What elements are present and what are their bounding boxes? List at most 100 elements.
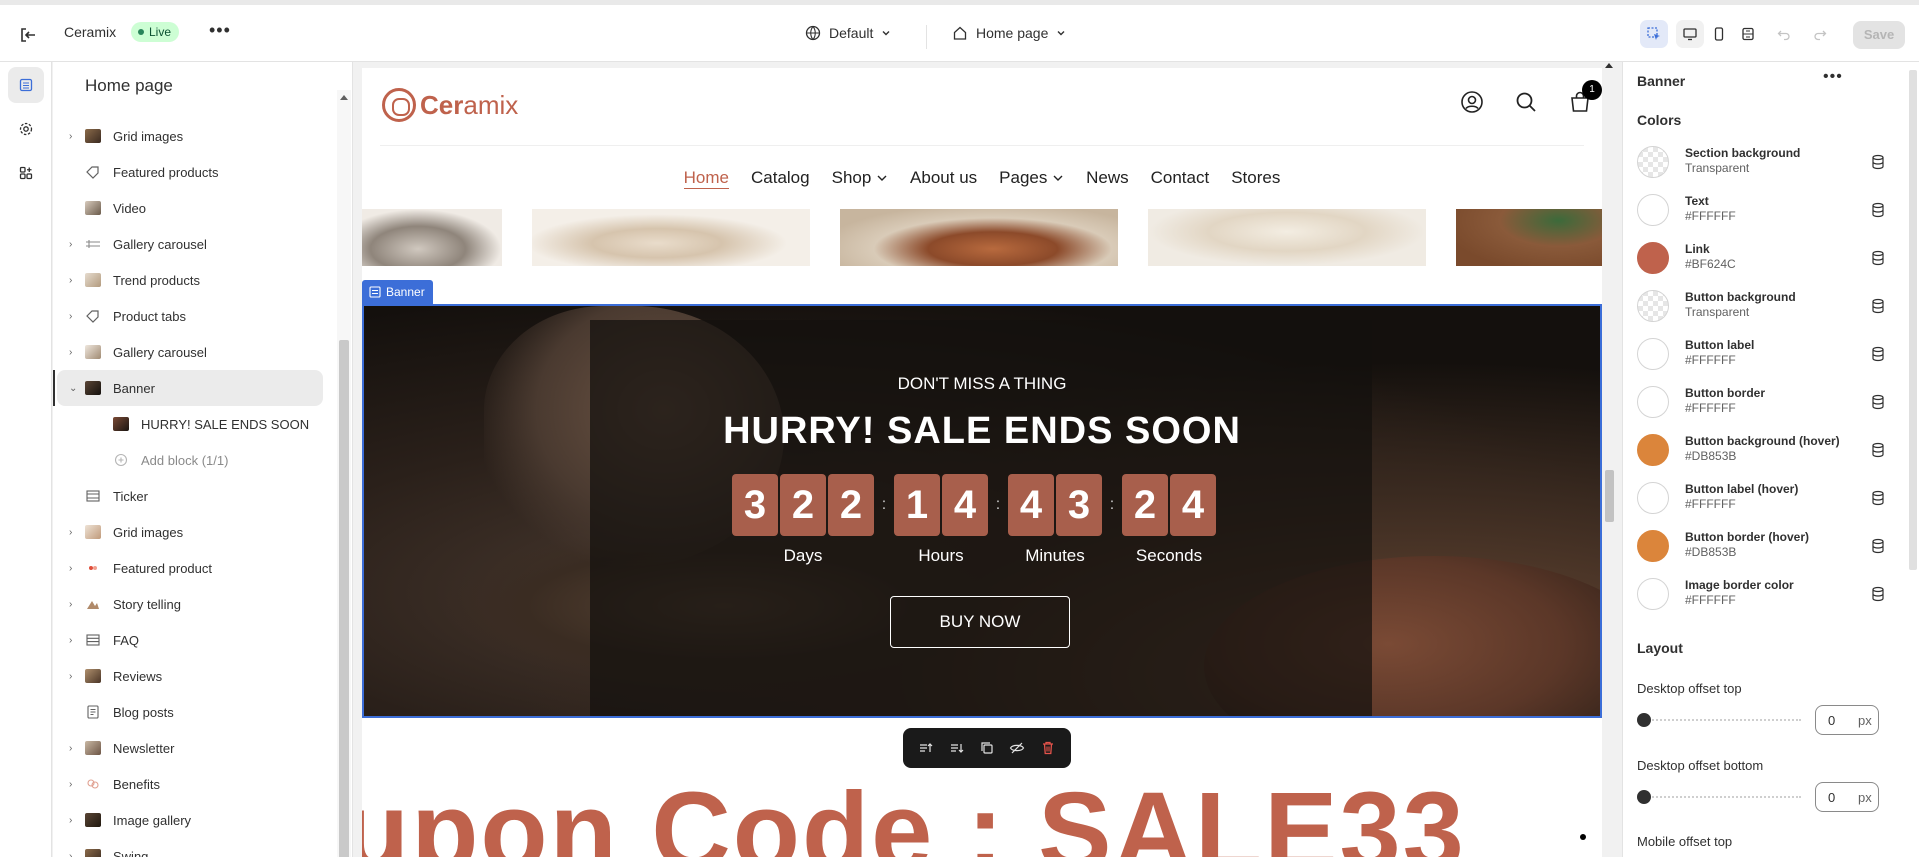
nav-pages[interactable]: Pages <box>999 168 1064 189</box>
color-swatch[interactable] <box>1637 242 1669 274</box>
chevron-right-icon[interactable]: › <box>69 671 77 682</box>
sidebar-item-grid-images-2[interactable]: › Grid images <box>53 514 336 550</box>
scroll-up-icon[interactable] <box>1605 62 1613 68</box>
sidebar-item-gallery-carousel-2[interactable]: › Gallery carousel <box>53 334 336 370</box>
scrollbar-thumb[interactable] <box>1605 470 1614 522</box>
section-label-badge[interactable]: Banner <box>362 280 433 304</box>
sidebar-item-ticker[interactable]: Ticker <box>53 478 336 514</box>
chevron-right-icon[interactable]: › <box>69 563 77 574</box>
account-icon[interactable] <box>1460 90 1484 114</box>
color-setting-link[interactable]: Link #BF624C <box>1637 238 1884 278</box>
grid-image[interactable] <box>1456 209 1602 266</box>
color-setting-button-border-hover[interactable]: Button border (hover) #DB853B <box>1637 526 1884 566</box>
color-setting-text[interactable]: Text #FFFFFF <box>1637 190 1884 230</box>
color-setting-section-background[interactable]: Section background Transparent <box>1637 142 1884 182</box>
grid-image[interactable] <box>532 209 810 266</box>
sidebar-item-banner-block[interactable]: HURRY! SALE ENDS SOON <box>53 406 336 442</box>
color-setting-button-background[interactable]: Button background Transparent <box>1637 286 1884 326</box>
color-swatch[interactable] <box>1637 338 1669 370</box>
chevron-right-icon[interactable]: › <box>69 527 77 538</box>
move-down-icon[interactable] <box>948 739 966 757</box>
nav-shop[interactable]: Shop <box>832 168 888 189</box>
cart-button[interactable]: 1 <box>1568 80 1602 114</box>
color-swatch[interactable] <box>1637 194 1669 226</box>
dynamic-source-icon[interactable] <box>1871 442 1885 458</box>
nav-contact[interactable]: Contact <box>1151 168 1210 189</box>
sidebar-item-faq[interactable]: › FAQ <box>53 622 336 658</box>
banner-section[interactable]: DON'T MISS A THING HURRY! SALE ENDS SOON… <box>362 304 1602 718</box>
grid-image[interactable] <box>362 209 502 266</box>
chevron-right-icon[interactable]: › <box>69 851 77 857</box>
sidebar-item-product-tabs[interactable]: › Product tabs <box>53 298 336 334</box>
slider-handle[interactable] <box>1637 713 1651 727</box>
grid-image[interactable] <box>840 209 1118 266</box>
dynamic-source-icon[interactable] <box>1871 346 1885 362</box>
sidebar-item-featured-product[interactable]: › Featured product <box>53 550 336 586</box>
color-swatch[interactable] <box>1637 530 1669 562</box>
redo-icon[interactable] <box>1806 20 1834 48</box>
color-swatch[interactable] <box>1637 146 1669 178</box>
chevron-right-icon[interactable]: › <box>69 815 77 826</box>
inspector-icon[interactable] <box>1640 20 1668 48</box>
store-logo[interactable]: Ceramix <box>382 88 518 122</box>
color-swatch[interactable] <box>1637 290 1669 322</box>
nav-stores[interactable]: Stores <box>1231 168 1280 189</box>
chevron-right-icon[interactable]: › <box>69 743 77 754</box>
sidebar-item-image-gallery[interactable]: › Image gallery <box>53 802 336 838</box>
dynamic-source-icon[interactable] <box>1871 538 1885 554</box>
color-swatch[interactable] <box>1637 434 1669 466</box>
more-actions-icon[interactable]: ••• <box>209 20 231 41</box>
desktop-offset-bottom-input[interactable]: 0 px <box>1815 782 1879 812</box>
theme-selector[interactable]: Default <box>805 25 891 41</box>
color-setting-button-border[interactable]: Button border #FFFFFF <box>1637 382 1884 422</box>
nav-catalog[interactable]: Catalog <box>751 168 810 189</box>
chevron-right-icon[interactable]: › <box>69 275 77 286</box>
sidebar-item-banner[interactable]: ⌄ Banner <box>53 370 323 406</box>
desktop-offset-top-slider[interactable] <box>1637 713 1801 727</box>
dynamic-source-icon[interactable] <box>1871 250 1885 266</box>
sidebar-item-trend-products[interactable]: › Trend products <box>53 262 336 298</box>
desktop-offset-bottom-slider[interactable] <box>1637 790 1801 804</box>
sidebar-item-newsletter[interactable]: › Newsletter <box>53 730 336 766</box>
settings-scrollbar[interactable] <box>1906 62 1919 857</box>
chevron-right-icon[interactable]: › <box>69 131 77 142</box>
move-up-icon[interactable] <box>917 739 935 757</box>
sidebar-item-blog-posts[interactable]: Blog posts <box>53 694 336 730</box>
nav-home[interactable]: Home <box>683 168 729 189</box>
sidebar-item-benefits[interactable]: › Benefits <box>53 766 336 802</box>
color-setting-image-border[interactable]: Image border color #FFFFFF <box>1637 574 1884 614</box>
sidebar-item-grid-images[interactable]: › Grid images <box>53 118 336 154</box>
sidebar-item-video[interactable]: Video <box>53 190 336 226</box>
dynamic-source-icon[interactable] <box>1871 154 1885 170</box>
hide-icon[interactable] <box>1008 739 1026 757</box>
dynamic-source-icon[interactable] <box>1871 490 1885 506</box>
undo-icon[interactable] <box>1770 20 1798 48</box>
chevron-right-icon[interactable]: › <box>69 779 77 790</box>
color-setting-button-background-hover[interactable]: Button background (hover) #DB853B <box>1637 430 1884 470</box>
sidebar-item-story-telling[interactable]: › Story telling <box>53 586 336 622</box>
delete-icon[interactable] <box>1039 739 1057 757</box>
buy-now-button[interactable]: BUY NOW <box>890 596 1070 648</box>
save-button[interactable]: Save <box>1853 21 1905 49</box>
grid-image[interactable] <box>1148 209 1426 266</box>
chevron-right-icon[interactable]: › <box>69 599 77 610</box>
color-swatch[interactable] <box>1637 482 1669 514</box>
dynamic-source-icon[interactable] <box>1871 298 1885 314</box>
dynamic-source-icon[interactable] <box>1871 394 1885 410</box>
dynamic-source-icon[interactable] <box>1871 202 1885 218</box>
chevron-right-icon[interactable]: › <box>69 347 77 358</box>
desktop-view-icon[interactable] <box>1676 20 1704 48</box>
chevron-right-icon[interactable]: › <box>69 635 77 646</box>
color-setting-button-label[interactable]: Button label #FFFFFF <box>1637 334 1884 374</box>
sidebar-item-featured-products[interactable]: Featured products <box>53 154 336 190</box>
desktop-offset-top-input[interactable]: 0 px <box>1815 705 1879 735</box>
search-icon[interactable] <box>1514 90 1538 114</box>
exit-icon[interactable] <box>18 25 38 45</box>
add-block-button[interactable]: Add block (1/1) <box>53 442 336 478</box>
slider-handle[interactable] <box>1637 790 1651 804</box>
fullscreen-view-icon[interactable] <box>1734 20 1762 48</box>
chevron-right-icon[interactable]: › <box>69 311 77 322</box>
dynamic-source-icon[interactable] <box>1871 586 1885 602</box>
nav-about-us[interactable]: About us <box>910 168 977 189</box>
scrollbar-thumb[interactable] <box>1909 70 1917 570</box>
